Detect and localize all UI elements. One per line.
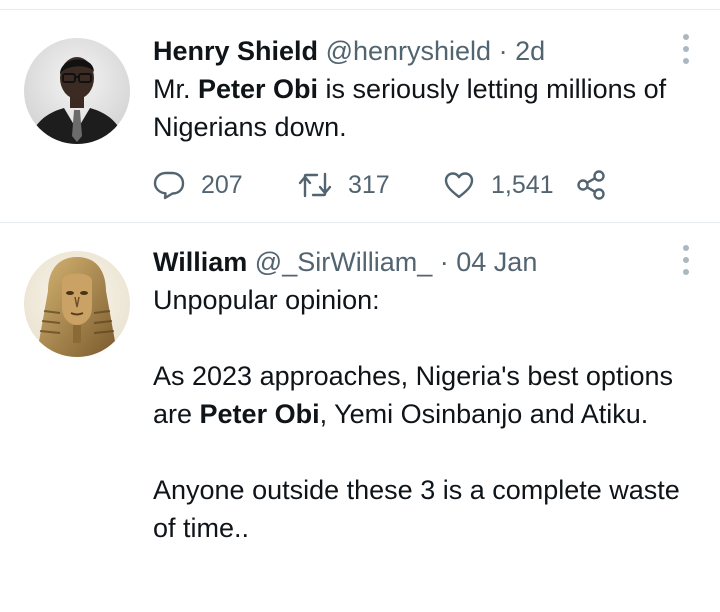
reply-icon — [153, 171, 185, 200]
share-button[interactable] — [575, 169, 607, 201]
tweet-paragraph: Unpopular opinion: — [153, 281, 680, 319]
tweet-text-segment: Unpopular opinion: — [153, 285, 380, 315]
reply-count: 207 — [201, 170, 243, 199]
tweet-content: William @_SirWilliam_ · 04 Jan Unpopular… — [153, 243, 680, 547]
tweet-time[interactable]: 04 Jan — [456, 247, 537, 277]
tweet-text-segment: Anyone outside these 3 is a complete was… — [153, 475, 680, 543]
tweet-paragraph: Anyone outside these 3 is a complete was… — [153, 471, 680, 547]
share-icon — [577, 170, 605, 200]
header-separator: · — [439, 247, 449, 277]
avatar[interactable] — [24, 38, 130, 144]
author-handle[interactable]: @henryshield — [326, 36, 492, 66]
retweet-button[interactable]: 317 — [298, 170, 443, 200]
tweet-text: Mr. Peter Obi is seriously letting milli… — [153, 70, 680, 146]
tweet-time[interactable]: 2d — [515, 36, 545, 66]
reply-button[interactable]: 207 — [153, 170, 298, 200]
retweet-count: 317 — [348, 170, 390, 199]
tweet-henry-shield[interactable]: Henry Shield @henryshield · 2d Mr. Peter… — [0, 10, 720, 222]
more-options-icon[interactable] — [682, 245, 690, 275]
profile-photo-icon — [24, 38, 130, 144]
avatar[interactable] — [24, 251, 130, 357]
like-button[interactable]: 1,541 — [443, 170, 575, 200]
tweet-text-bold: Peter Obi — [198, 74, 319, 104]
tweet-paragraph: As 2023 approaches, Nigeria's best optio… — [153, 357, 680, 433]
tweet-header: William @_SirWilliam_ · 04 Jan — [153, 243, 680, 281]
tweet-text-segment: , Yemi Osinbanjo and Atiku. — [319, 399, 649, 429]
tweet-text-segment: Mr. — [153, 74, 198, 104]
tweet-header: Henry Shield @henryshield · 2d — [153, 32, 680, 70]
heart-icon — [444, 172, 474, 199]
tweet-actions: 207 317 1,541 — [153, 170, 607, 200]
author-name[interactable]: William — [153, 247, 247, 277]
tweet-william[interactable]: William @_SirWilliam_ · 04 Jan Unpopular… — [0, 223, 720, 612]
profile-photo-icon — [24, 251, 130, 357]
tweet-text-bold: Peter Obi — [199, 399, 320, 429]
header-separator: · — [498, 36, 508, 66]
author-name[interactable]: Henry Shield — [153, 36, 318, 66]
more-options-icon[interactable] — [682, 34, 690, 64]
tweet-text: Unpopular opinion: As 2023 approaches, N… — [153, 281, 680, 547]
retweet-icon — [298, 172, 332, 198]
tweet-content: Henry Shield @henryshield · 2d Mr. Peter… — [153, 32, 680, 146]
like-count: 1,541 — [491, 170, 554, 199]
author-handle[interactable]: @_SirWilliam_ — [255, 247, 432, 277]
